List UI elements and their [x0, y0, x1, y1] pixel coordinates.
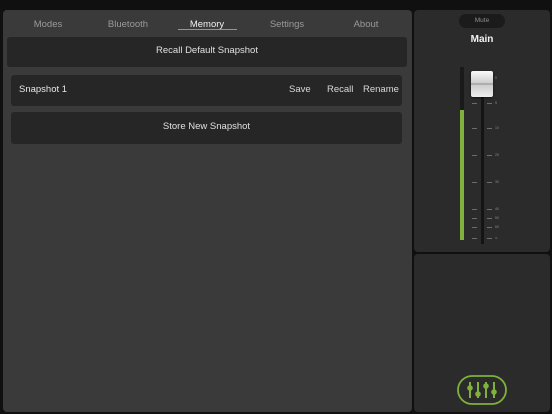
- scale-tick-left: [472, 128, 477, 129]
- scale-tick-right: [487, 218, 492, 219]
- scale-tick-left: [472, 218, 477, 219]
- scale-label: 30: [495, 180, 499, 184]
- main-channel-strip: Mute Main 0 5 10 20 30 40 50 60 ∞: [414, 10, 550, 252]
- scale-tick-left: [472, 103, 477, 104]
- scale-tick-left: [472, 209, 477, 210]
- main-panel: Modes Bluetooth Memory Settings About Re…: [3, 10, 412, 412]
- mute-button[interactable]: Mute: [459, 14, 505, 28]
- tab-bluetooth[interactable]: Bluetooth: [101, 10, 155, 32]
- tab-modes[interactable]: Modes: [27, 10, 69, 32]
- scale-tick-right: [487, 128, 492, 129]
- snapshot-recall-button[interactable]: Recall: [327, 84, 353, 95]
- fader-track[interactable]: [481, 72, 484, 244]
- recall-default-snapshot-label: Recall Default Snapshot: [156, 45, 258, 56]
- snapshot-save-button[interactable]: Save: [289, 84, 311, 95]
- fader-knob[interactable]: [471, 71, 493, 97]
- scale-tick-right: [487, 209, 492, 210]
- scale-tick-right: [487, 182, 492, 183]
- scale-tick-right: [487, 227, 492, 228]
- scale-label: ∞: [495, 236, 498, 240]
- scale-tick-right: [487, 155, 492, 156]
- scale-label: 10: [495, 126, 499, 130]
- scale-label: 40: [495, 207, 499, 211]
- snapshot-name: Snapshot 1: [19, 84, 68, 95]
- scale-label: 0: [495, 76, 497, 80]
- snapshot-row: Snapshot 1 Save Recall Rename: [11, 75, 402, 106]
- scale-tick-left: [472, 155, 477, 156]
- active-tab-indicator: [178, 29, 237, 30]
- recall-default-snapshot-button[interactable]: Recall Default Snapshot: [7, 37, 407, 67]
- scale-tick-right: [487, 103, 492, 104]
- scale-tick-left: [472, 227, 477, 228]
- scale-tick-left: [472, 182, 477, 183]
- level-meter-fill: [460, 110, 464, 240]
- scale-label: 20: [495, 153, 499, 157]
- scale-label: 60: [495, 225, 499, 229]
- logo-panel: [414, 254, 550, 412]
- snapshot-rename-button[interactable]: Rename: [363, 84, 399, 95]
- tab-about[interactable]: About: [345, 10, 387, 32]
- scale-tick-right: [487, 238, 492, 239]
- store-new-snapshot-button[interactable]: Store New Snapshot: [11, 112, 402, 144]
- store-new-snapshot-label: Store New Snapshot: [162, 121, 251, 132]
- tab-settings[interactable]: Settings: [263, 10, 311, 32]
- scale-label: 5: [495, 101, 497, 105]
- channel-name: Main: [470, 34, 494, 45]
- tab-bar: Modes Bluetooth Memory Settings About: [3, 10, 412, 34]
- mixer-faders-logo-icon: [457, 375, 507, 405]
- scale-label: 50: [495, 216, 499, 220]
- scale-tick-left: [472, 238, 477, 239]
